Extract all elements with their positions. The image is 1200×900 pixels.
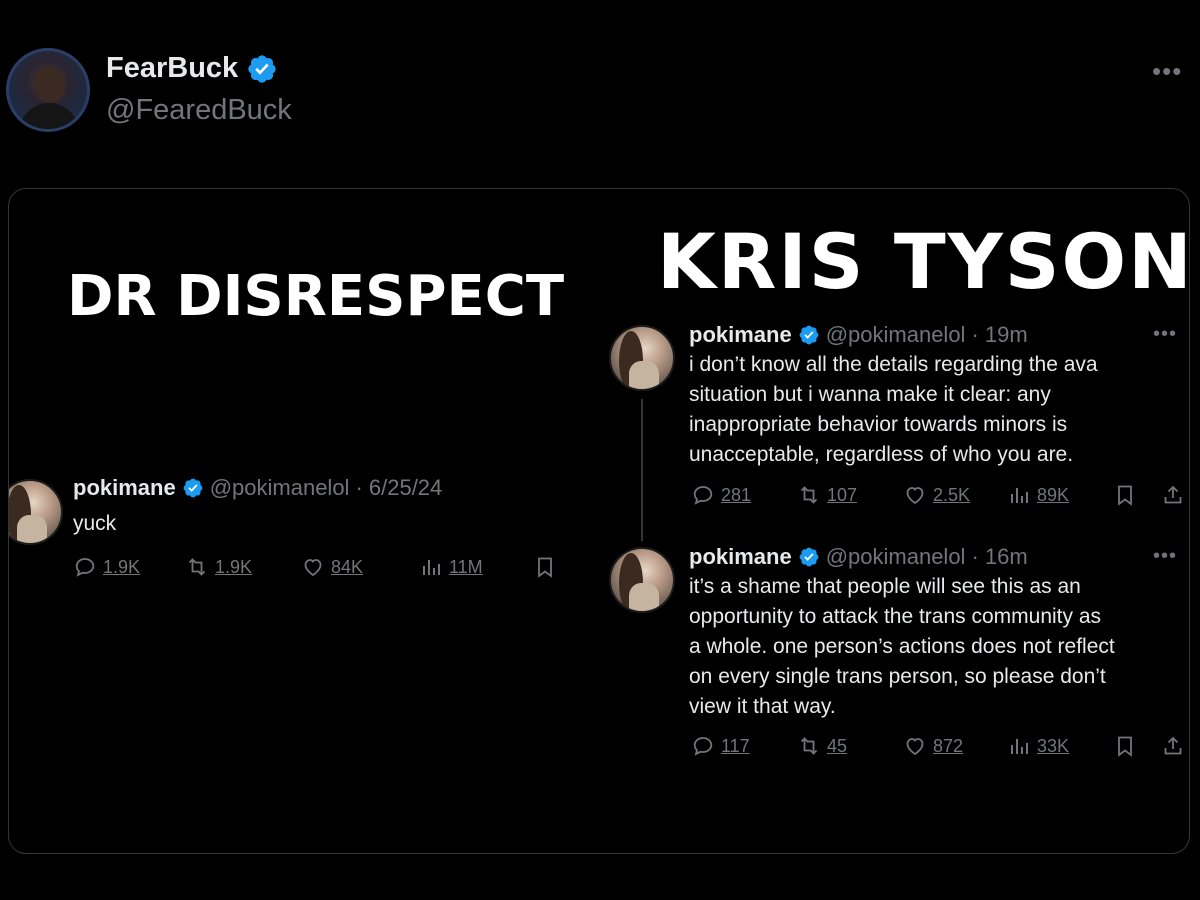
left-tweet-text: yuck xyxy=(73,512,117,535)
like-action: 872 xyxy=(903,734,1007,758)
reply-action: 117 xyxy=(691,734,797,758)
reply-icon xyxy=(75,558,95,577)
tweet-time: · 6/25/24 xyxy=(355,475,443,500)
tweet-time: · 16m xyxy=(971,544,1028,569)
reply-icon xyxy=(693,486,713,505)
right-tweet-1-text: i don’t know all the details regarding t… xyxy=(689,353,1098,466)
tweet-name: pokimane xyxy=(689,544,792,569)
avatar-dress xyxy=(17,515,47,543)
right-tweet-2-text: it’s a shame that people will see this a… xyxy=(689,575,1115,718)
right-tweet-1-avatar xyxy=(609,325,675,391)
tweet-name: pokimane xyxy=(73,475,176,500)
verified-badge-icon xyxy=(799,325,819,345)
left-tweet-header: pokimane @pokimanelol · 6/25/24 xyxy=(73,475,442,501)
author-name-row[interactable]: FearBuck xyxy=(106,52,278,85)
reply-action: 281 xyxy=(691,483,797,507)
right-tweet-2-header: pokimane @pokimanelol · 16m xyxy=(689,544,1028,570)
repost-count: 45 xyxy=(827,735,848,756)
share-action xyxy=(1161,483,1189,507)
bookmark-icon xyxy=(538,557,552,578)
bookmark-icon xyxy=(1118,485,1132,506)
tweet-handle: @pokimanelol xyxy=(825,544,966,569)
analytics-icon xyxy=(1011,739,1028,754)
tweet-name: pokimane xyxy=(689,322,792,347)
analytics-icon xyxy=(1011,488,1028,503)
right-tweet-2-avatar xyxy=(609,547,675,613)
views-action: 11M xyxy=(419,555,533,579)
bookmark-action xyxy=(1113,483,1161,507)
heart-icon xyxy=(304,559,322,577)
bookmark-action xyxy=(1113,734,1161,758)
avatar-dress xyxy=(629,361,659,389)
views-action: 33K xyxy=(1007,734,1113,758)
reply-action: 1.9K xyxy=(73,555,185,579)
left-tweet-actions: 1.9K 1.9K 84K 11M xyxy=(73,555,573,579)
author-handle[interactable]: @FearedBuck xyxy=(106,94,292,127)
verified-badge-icon xyxy=(799,547,819,567)
like-count: 2.5K xyxy=(933,484,971,505)
right-tweet-1-header: pokimane @pokimanelol · 19m xyxy=(689,322,1028,348)
post-media[interactable]: DR DISRESPECT KRIS TYSON pokimane @pokim… xyxy=(8,188,1190,854)
right-tweet-1-actions: 281 107 2.5K 89K xyxy=(691,483,1189,507)
repost-count: 107 xyxy=(827,484,858,505)
bookmark-icon xyxy=(1118,736,1132,757)
tweet-handle: @pokimanelol xyxy=(209,475,350,500)
bookmark-action xyxy=(533,555,573,579)
tweet-more-icon: ••• xyxy=(1153,323,1178,345)
repost-action: 107 xyxy=(797,483,903,507)
right-title: KRIS TYSON xyxy=(657,217,1190,306)
repost-icon xyxy=(800,737,818,755)
tweet-handle: @pokimanelol xyxy=(825,322,966,347)
reply-count: 1.9K xyxy=(103,556,141,577)
left-title: DR DISRESPECT xyxy=(67,264,565,329)
share-icon xyxy=(1164,485,1182,504)
left-tweet-avatar xyxy=(9,479,63,545)
verified-badge-icon xyxy=(248,54,276,83)
tweet-more-icon: ••• xyxy=(1153,545,1178,567)
like-count: 872 xyxy=(933,735,964,756)
heart-icon xyxy=(906,738,924,756)
reply-count: 281 xyxy=(721,484,752,505)
tweet-time: · 19m xyxy=(971,322,1028,347)
heart-icon xyxy=(906,487,924,505)
reply-icon xyxy=(693,737,713,756)
views-count: 11M xyxy=(449,556,483,577)
verified-badge-icon xyxy=(183,478,203,498)
repost-icon xyxy=(188,558,206,576)
share-action xyxy=(1161,734,1189,758)
views-count: 89K xyxy=(1037,484,1070,505)
share-icon xyxy=(1164,736,1182,755)
more-options-icon[interactable]: ••• xyxy=(1152,56,1182,87)
right-tweet-2-actions: 117 45 872 33K xyxy=(691,734,1189,758)
views-action: 89K xyxy=(1007,483,1113,507)
like-action: 84K xyxy=(301,555,419,579)
avatar-face xyxy=(35,67,65,103)
reply-count: 117 xyxy=(721,735,750,756)
repost-action: 45 xyxy=(797,734,903,758)
views-count: 33K xyxy=(1037,735,1070,756)
like-action: 2.5K xyxy=(903,483,1007,507)
like-count: 84K xyxy=(331,556,364,577)
avatar-shirt xyxy=(19,103,79,129)
repost-action: 1.9K xyxy=(185,555,301,579)
repost-count: 1.9K xyxy=(215,556,253,577)
author-avatar[interactable] xyxy=(6,48,90,132)
avatar-dress xyxy=(629,583,659,611)
thread-connector xyxy=(641,399,643,541)
analytics-icon xyxy=(423,560,440,575)
author-name[interactable]: FearBuck xyxy=(106,52,238,85)
repost-icon xyxy=(800,486,818,504)
